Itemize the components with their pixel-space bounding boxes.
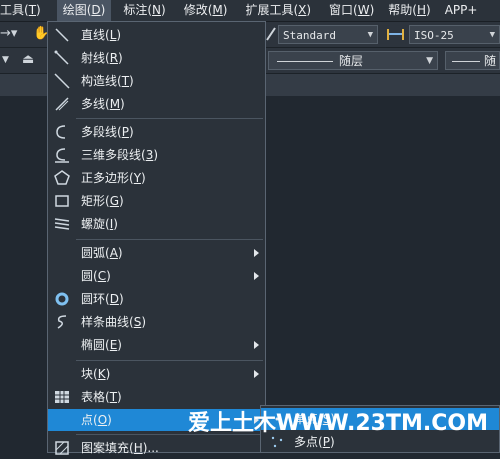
- redo-arrow-icon[interactable]: →▾: [0, 24, 17, 44]
- text-style-select[interactable]: Standard ▼: [278, 25, 378, 44]
- chevron-down-icon: ▼: [426, 56, 433, 66]
- menu-draw[interactable]: 绘图(D): [56, 0, 112, 21]
- menu-separator: [76, 239, 263, 240]
- submenu-arrow-icon: [254, 341, 259, 349]
- 3d-polyline-icon: [55, 148, 69, 163]
- menu-app-plus[interactable]: APP+: [439, 0, 484, 21]
- menu-item-line[interactable]: 直线(L): [48, 24, 265, 46]
- menu-dimension[interactable]: 标注(N): [117, 0, 171, 21]
- menu-item-arc[interactable]: 圆弧(A): [48, 242, 265, 264]
- submenu-arrow-icon: [254, 249, 259, 257]
- menu-item-ray[interactable]: 射线(R): [48, 47, 265, 69]
- donut-icon: [55, 292, 69, 306]
- chevron-down-icon: ▼: [367, 30, 373, 40]
- menu-tools[interactable]: 工具(T): [0, 0, 47, 21]
- polygon-icon: [54, 170, 70, 185]
- menu-item-construction-line[interactable]: 构造线(T): [48, 70, 265, 92]
- spline-icon: [57, 315, 67, 329]
- menu-item-polyline[interactable]: 多段线(P): [48, 121, 265, 143]
- menu-item-rectangle[interactable]: 矩形(G): [48, 190, 265, 212]
- menu-item-circle[interactable]: 圆(C): [48, 265, 265, 287]
- ray-icon: [54, 50, 69, 65]
- menu-item-3d-polyline[interactable]: 三维多段线(3): [48, 144, 265, 166]
- multiline-icon: [55, 97, 69, 111]
- menu-separator: [76, 118, 263, 119]
- hatch-icon: [55, 441, 69, 455]
- menu-separator: [76, 360, 263, 361]
- dropdown-arrow-icon[interactable]: ▼: [2, 50, 9, 70]
- menu-bar: 工具(T) 绘图(D) 标注(N) 修改(M) 扩展工具(X) 窗口(W) 帮助…: [0, 0, 500, 22]
- menu-item-table[interactable]: 表格(T): [48, 386, 265, 408]
- watermark: 爱上土木WWW.23TM.COM: [188, 411, 488, 436]
- text-style-icon[interactable]: [265, 26, 277, 42]
- table-icon: [55, 391, 69, 403]
- menu-extended-tools[interactable]: 扩展工具(X): [239, 0, 317, 21]
- menu-item-ellipse[interactable]: 椭圆(E): [48, 334, 265, 356]
- layer-lock-icon[interactable]: ⏏: [22, 50, 34, 70]
- menu-modify[interactable]: 修改(M): [178, 0, 234, 21]
- helix-icon: [54, 218, 70, 230]
- lineweight-select[interactable]: 随层: [445, 51, 500, 87]
- polyline-icon: [56, 125, 66, 139]
- dim-style-select[interactable]: ISO-25 ▼: [409, 25, 500, 44]
- draw-menu: 直线(L) 射线(R) 构造线(T) 多线(M) 多段线(P) 三维多段线(3)…: [47, 21, 266, 455]
- menu-item-donut[interactable]: 圆环(D): [48, 288, 265, 310]
- line-sample: [277, 61, 333, 62]
- construction-line-icon: [54, 73, 70, 89]
- menu-item-block[interactable]: 块(K): [48, 363, 265, 385]
- linetype-select[interactable]: 随层 ▼: [268, 51, 438, 70]
- submenu-arrow-icon: [254, 370, 259, 378]
- menu-item-hatch[interactable]: 图案填充(H)...: [48, 437, 265, 459]
- chevron-down-icon: ▼: [489, 30, 495, 40]
- submenu-arrow-icon: [254, 272, 259, 280]
- menu-window[interactable]: 窗口(W): [323, 0, 380, 21]
- menu-item-polygon[interactable]: 正多边形(Y): [48, 167, 265, 189]
- line-sample: [452, 61, 480, 62]
- menu-item-helix[interactable]: 螺旋(I): [48, 213, 265, 235]
- menu-item-spline[interactable]: 样条曲线(S): [48, 311, 265, 333]
- menu-help[interactable]: 帮助(H): [382, 0, 436, 21]
- line-icon: [55, 28, 69, 42]
- rectangle-icon: [55, 195, 69, 207]
- dim-style-icon[interactable]: [386, 26, 406, 42]
- menu-item-multiline[interactable]: 多线(M): [48, 93, 265, 115]
